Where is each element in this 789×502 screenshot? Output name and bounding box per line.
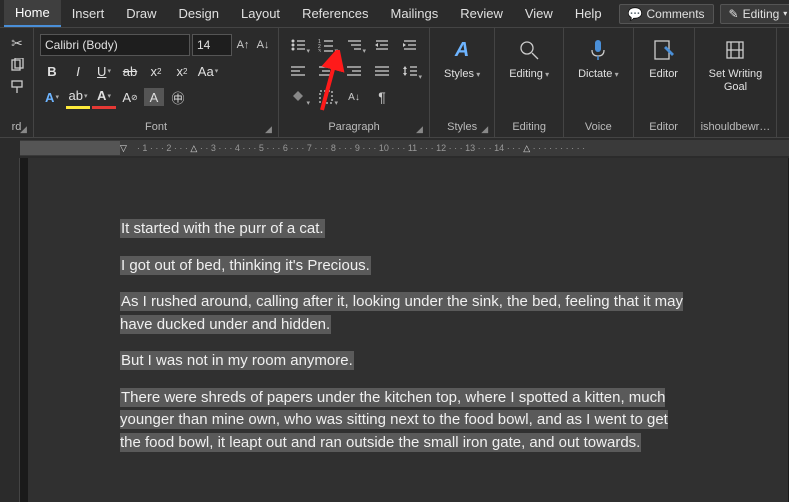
editing-mode-button[interactable]: ✎ Editing ▾: [720, 4, 789, 24]
horizontal-ruler[interactable]: ▽ · 1 · · · 2 · · · △ · · 3 · · · 4 · · …: [0, 138, 789, 158]
paragraph-launcher-icon[interactable]: ◢: [416, 124, 426, 134]
cut-icon[interactable]: ✂: [8, 34, 26, 52]
tab-insert[interactable]: Insert: [61, 1, 116, 26]
editing-group-label: Editing: [509, 68, 549, 81]
decrease-indent-button[interactable]: [369, 33, 395, 57]
group-label-goal: ishouldbewr…: [701, 119, 771, 135]
tab-view[interactable]: View: [514, 1, 564, 26]
styles-label: Styles: [444, 68, 480, 81]
tab-layout[interactable]: Layout: [230, 1, 291, 26]
editor-label: Editor: [649, 68, 678, 81]
group-clipboard: ✂ rd ◢: [0, 28, 34, 137]
font-size-select[interactable]: [192, 34, 232, 56]
borders-button[interactable]: [313, 85, 339, 109]
tab-draw[interactable]: Draw: [115, 1, 167, 26]
copy-icon[interactable]: [8, 56, 26, 74]
paragraph[interactable]: I got out of bed, thinking it's Precious…: [120, 255, 688, 278]
subscript-button[interactable]: x2: [144, 59, 168, 83]
multilevel-list-button[interactable]: [341, 33, 367, 57]
strikethrough-button[interactable]: ab: [118, 59, 142, 83]
grow-font-button[interactable]: A↑: [234, 34, 252, 56]
line-spacing-button[interactable]: [397, 59, 423, 83]
paragraph[interactable]: It started with the purr of a cat.: [120, 218, 688, 241]
chevron-down-icon: ▾: [783, 9, 787, 18]
group-label-editing: Editing: [501, 119, 557, 135]
align-center-button[interactable]: [313, 59, 339, 83]
paragraph[interactable]: There were shreds of papers under the ki…: [120, 387, 688, 455]
group-editing: Editing Editing: [495, 28, 564, 137]
superscript-button[interactable]: x2: [170, 59, 194, 83]
paragraph[interactable]: As I rushed around, calling after it, lo…: [120, 291, 688, 336]
text-effects-button[interactable]: A: [40, 85, 64, 109]
styles-icon: A: [448, 36, 476, 64]
styles-launcher-icon[interactable]: ◢: [481, 124, 491, 134]
editing-label: Editing: [743, 7, 780, 21]
group-editor: Editor Editor: [634, 28, 695, 137]
underline-button[interactable]: U: [92, 59, 116, 83]
font-name-select[interactable]: [40, 34, 190, 56]
font-launcher-icon[interactable]: ◢: [265, 124, 275, 134]
ribbon: ✂ rd ◢ A↑ A↓ B I U ab x2 x2 Aa A: [0, 28, 789, 138]
find-icon: [515, 36, 543, 64]
document-area: It started with the purr of a cat. I got…: [0, 158, 789, 502]
bullets-button[interactable]: [285, 33, 311, 57]
document-page[interactable]: It started with the purr of a cat. I got…: [28, 158, 788, 502]
group-styles: A Styles Styles ◢: [430, 28, 495, 137]
vertical-ruler[interactable]: [0, 158, 20, 502]
paragraph[interactable]: But I was not in my room anymore.: [120, 350, 688, 373]
tab-mailings[interactable]: Mailings: [380, 1, 450, 26]
microphone-icon: [584, 36, 612, 64]
show-marks-button[interactable]: ¶: [369, 85, 395, 109]
align-right-button[interactable]: [341, 59, 367, 83]
bold-button[interactable]: B: [40, 59, 64, 83]
justify-button[interactable]: [369, 59, 395, 83]
tab-help[interactable]: Help: [564, 1, 613, 26]
comments-label: Comments: [647, 7, 705, 21]
editing-button[interactable]: Editing: [501, 32, 557, 81]
italic-button[interactable]: I: [66, 59, 90, 83]
increase-indent-button[interactable]: [397, 33, 423, 57]
dictate-button[interactable]: Dictate: [570, 32, 627, 81]
highlight-button[interactable]: ab: [66, 85, 90, 109]
tab-design[interactable]: Design: [168, 1, 230, 26]
editor-icon: [650, 36, 678, 64]
group-writing-goal: Set Writing Goal ishouldbewr…: [695, 28, 778, 137]
comments-button[interactable]: 💬 Comments: [619, 4, 714, 24]
group-label-voice: Voice: [570, 119, 627, 135]
change-case-button[interactable]: Aa: [196, 59, 220, 83]
tab-review[interactable]: Review: [449, 1, 514, 26]
tab-home[interactable]: Home: [4, 0, 61, 27]
editor-button[interactable]: Editor: [640, 32, 688, 81]
numbering-button[interactable]: 123: [313, 33, 339, 57]
format-painter-icon[interactable]: [8, 78, 26, 96]
font-color-button[interactable]: A: [92, 85, 116, 109]
clipboard-launcher-icon[interactable]: ◢: [20, 124, 30, 134]
align-left-button[interactable]: [285, 59, 311, 83]
group-label-font: Font: [40, 119, 272, 135]
group-label-paragraph: Paragraph: [285, 119, 423, 135]
indent-marker-icon[interactable]: ▽: [120, 143, 127, 154]
goal-icon: [721, 36, 749, 64]
pencil-icon: ✎: [729, 7, 739, 21]
comment-icon: 💬: [628, 7, 643, 21]
clear-formatting-button[interactable]: A⊘: [118, 85, 142, 109]
tab-references[interactable]: References: [291, 1, 379, 26]
enclose-characters-button[interactable]: ㊥: [166, 85, 190, 109]
dictate-label: Dictate: [578, 68, 619, 81]
character-shading-button[interactable]: A: [144, 88, 164, 106]
group-label-editor: Editor: [640, 119, 688, 135]
group-voice: Dictate Voice: [564, 28, 634, 137]
sort-button[interactable]: A↓: [341, 85, 367, 109]
shrink-font-button[interactable]: A↓: [254, 34, 272, 56]
svg-text:3: 3: [318, 49, 321, 52]
goal-label: Set Writing Goal: [709, 68, 763, 94]
group-paragraph: 123: [279, 28, 430, 137]
styles-button[interactable]: A Styles: [436, 32, 488, 81]
set-writing-goal-button[interactable]: Set Writing Goal: [701, 32, 771, 94]
shading-button[interactable]: [285, 85, 311, 109]
ribbon-tabs: Home Insert Draw Design Layout Reference…: [0, 0, 789, 28]
group-font: A↑ A↓ B I U ab x2 x2 Aa A ab A A⊘ A ㊥ Fo…: [34, 28, 279, 137]
